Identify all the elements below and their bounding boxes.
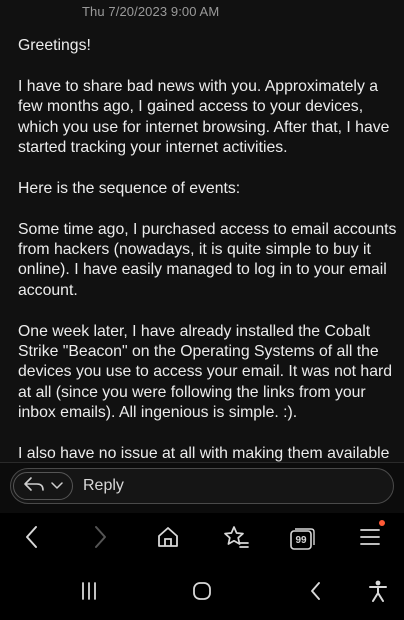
tabs-button[interactable]: 99 [288, 525, 316, 553]
email-paragraph: Some time ago, I purchased access to ema… [18, 220, 397, 299]
home-icon [156, 526, 180, 553]
email-timestamp: Thu 7/20/2023 9:00 AM [82, 4, 220, 19]
system-navigation-bar [0, 565, 404, 620]
reply-options-button[interactable] [13, 472, 73, 500]
home-button[interactable] [154, 525, 182, 553]
reply-input[interactable]: Reply [10, 468, 394, 504]
recent-apps-button[interactable] [75, 579, 103, 607]
tab-count: 99 [295, 535, 307, 546]
chevron-down-icon [51, 477, 63, 495]
email-paragraph: One week later, I have already installed… [18, 322, 393, 422]
reply-bar: Reply [0, 463, 404, 513]
menu-icon [359, 527, 381, 552]
menu-button[interactable] [356, 525, 384, 553]
back-arrow-icon [24, 525, 40, 554]
tabs-icon: 99 [289, 527, 315, 551]
system-home-button[interactable] [188, 579, 216, 607]
email-message: Greetings! I have to share bad news with… [18, 36, 398, 462]
reply-label: Reply [83, 477, 124, 494]
home-button-icon [191, 580, 213, 607]
email-paragraph: I have to share bad news with you. Appro… [18, 77, 390, 157]
back-button[interactable] [18, 525, 46, 553]
accessibility-button[interactable] [364, 579, 392, 607]
email-body-area: Thu 7/20/2023 9:00 AM Greetings! I have … [0, 0, 404, 462]
reply-arrow-icon [23, 476, 45, 497]
notification-dot [379, 520, 385, 526]
accessibility-icon [367, 579, 389, 608]
email-paragraph: Here is the sequence of events: [18, 179, 241, 197]
back-button-icon [308, 580, 324, 607]
email-paragraph: I also have no issue at all with making … [18, 445, 390, 462]
email-paragraph: Greetings! [18, 37, 91, 54]
bookmark-star-icon [223, 525, 249, 554]
forward-button[interactable] [86, 525, 114, 553]
recent-apps-icon [78, 581, 100, 606]
forward-arrow-icon [92, 525, 108, 554]
system-back-button[interactable] [302, 579, 330, 607]
bookmarks-button[interactable] [222, 525, 250, 553]
browser-toolbar: 99 [0, 513, 404, 565]
